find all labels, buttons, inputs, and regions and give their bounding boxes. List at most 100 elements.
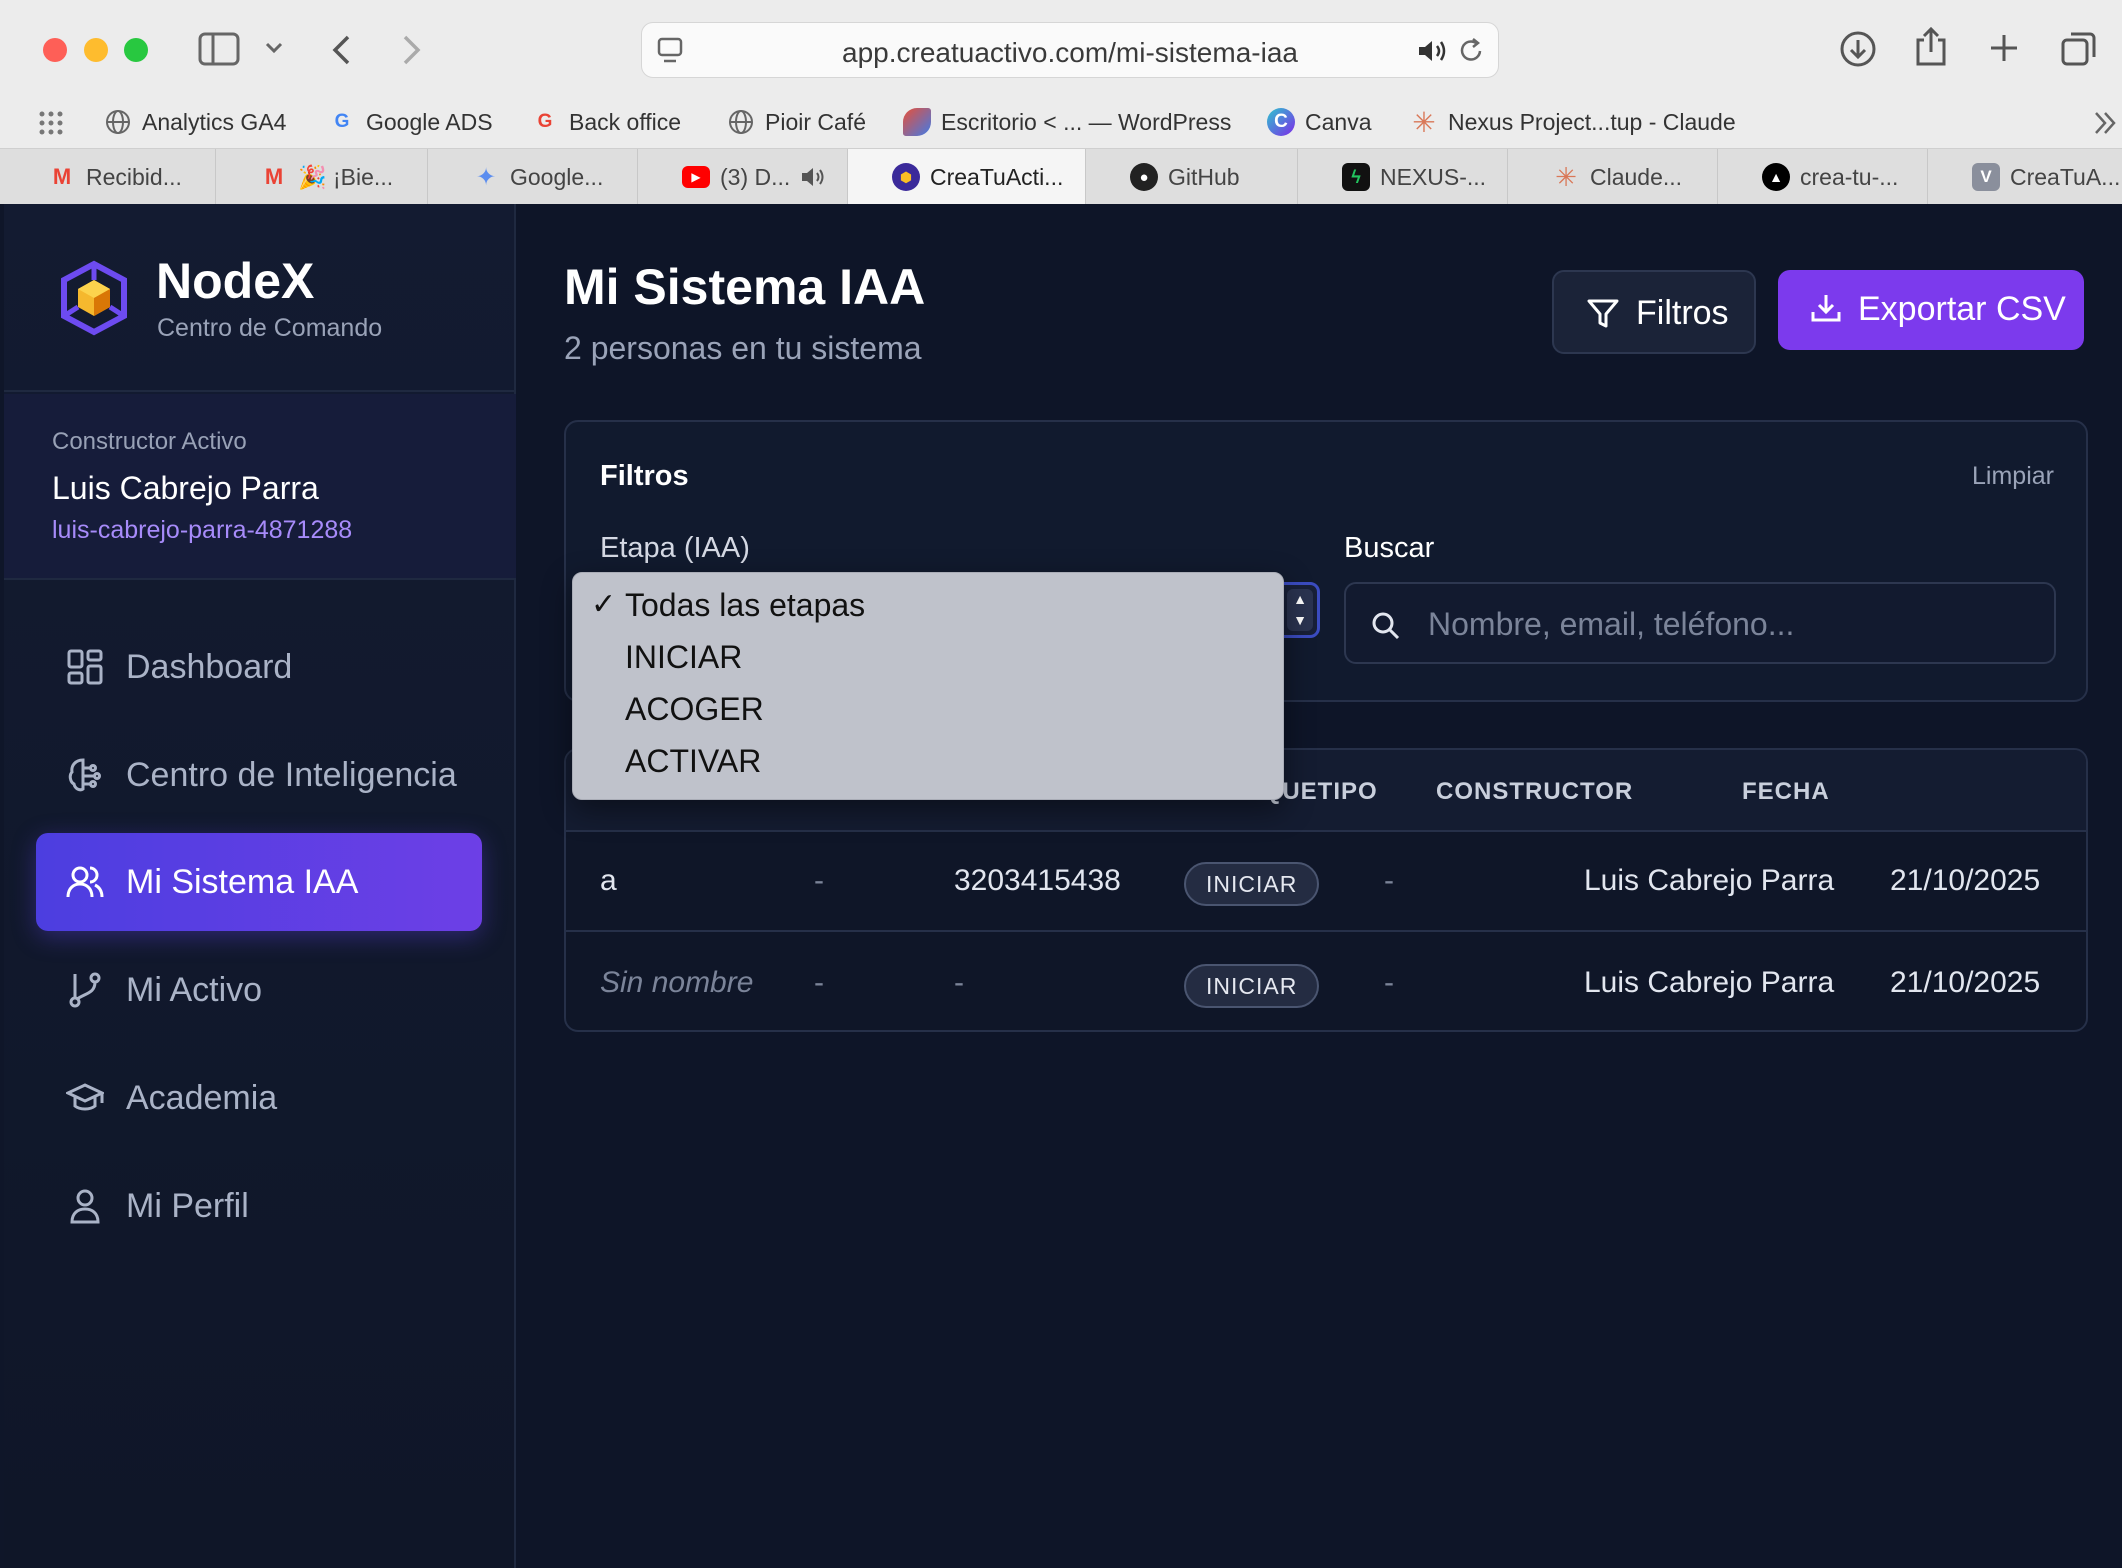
tab-label: (3) D... <box>720 163 791 190</box>
browser-chrome: app.creatuactivo.com/mi-sistema-iaa Anal… <box>0 0 2122 205</box>
back-arrow-icon[interactable] <box>330 34 352 66</box>
cell-email: - <box>814 864 824 897</box>
tab-label: Recibid... <box>86 163 182 190</box>
bookmark-wordpress[interactable]: Escritorio < ... — WordPress <box>903 104 1231 140</box>
export-csv-button[interactable]: Exportar CSV <box>1778 270 2084 350</box>
search-placeholder: Nombre, email, teléfono... <box>1428 606 1795 642</box>
gmail-icon: M <box>264 164 284 189</box>
sidebar-item-intelligence[interactable]: Centro de Inteligencia <box>36 726 482 824</box>
tab-gmail-inbox[interactable]: M Recibid... <box>4 149 216 205</box>
tab-creatuactivo[interactable]: ⬢ CreaTuActi... <box>848 149 1086 205</box>
tab-nexus[interactable]: ϟ NEXUS-... <box>1298 149 1508 205</box>
cell-date: 21/10/2025 <box>1890 864 2041 897</box>
filter-icon <box>1587 299 1619 328</box>
bookmarks-overflow-icon[interactable] <box>2092 108 2118 138</box>
cell-date: 21/10/2025 <box>1890 966 2041 999</box>
cell-name: Sin nombre <box>600 966 754 999</box>
bookmark-back-office[interactable]: G Back office <box>531 104 681 140</box>
stage-badge: INICIAR <box>1184 964 1320 1008</box>
column-header-fecha[interactable]: FECHA <box>1742 778 1830 806</box>
users-icon <box>66 866 104 898</box>
tab-github[interactable]: ● GitHub <box>1086 149 1298 205</box>
tab-label: crea-tu-... <box>1800 163 1899 190</box>
bookmark-label: Escritorio < ... — WordPress <box>941 108 1232 135</box>
close-window-button[interactable] <box>43 38 67 62</box>
v-icon: V <box>1972 163 2000 191</box>
stage-option-all[interactable]: Todas las etapas <box>625 587 865 624</box>
sidebar-item-label: Mi Activo <box>126 971 263 1009</box>
cell-phone: - <box>954 966 964 999</box>
google-icon: G <box>334 111 350 132</box>
page-subtitle: 2 personas en tu sistema <box>564 330 922 366</box>
stage-dropdown-menu: ✓ Todas las etapas INICIAR ACOGER ACTIVA… <box>572 572 1284 800</box>
tab-claude[interactable]: ✳ Claude... <box>1508 149 1718 205</box>
bookmark-label: Nexus Project...tup - Claude <box>1448 108 1736 135</box>
download-icon <box>1811 295 1841 322</box>
sidebar-item-label: Dashboard <box>126 648 293 686</box>
tab-gmail-welcome[interactable]: M 🎉 ¡Bie... <box>216 149 428 205</box>
download-icon[interactable] <box>1839 30 1877 68</box>
table-row[interactable]: a - 3203415438 INICIAR - Luis Cabrejo Pa… <box>566 832 2086 932</box>
cell-name: a <box>600 864 617 897</box>
apps-grid-icon[interactable] <box>38 110 64 136</box>
bookmarks-bar: Analytics GA4 G Google ADS G Back office… <box>0 98 2122 148</box>
nodex-logo-icon <box>61 260 127 336</box>
new-tab-plus-icon[interactable] <box>1988 32 2020 64</box>
cell-email: - <box>814 966 824 999</box>
stage-option-acoger[interactable]: ACOGER <box>625 691 764 728</box>
filters-panel-title: Filtros <box>600 460 689 492</box>
stage-option-iniciar[interactable]: INICIAR <box>625 639 742 676</box>
column-header-constructor[interactable]: CONSTRUCTOR <box>1436 778 1633 806</box>
bookmark-google-ads[interactable]: G Google ADS <box>328 104 493 140</box>
tab-vercel[interactable]: ▲ crea-tu-... <box>1718 149 1928 205</box>
branch-icon <box>69 972 101 1008</box>
sidebar-item-mi-sistema-iaa[interactable]: Mi Sistema IAA <box>36 833 482 931</box>
sidebar-item-mi-activo[interactable]: Mi Activo <box>36 941 482 1039</box>
checkmark-icon: ✓ <box>591 587 617 622</box>
brand-header: NodeX Centro de Comando <box>4 204 516 392</box>
builder-label: Constructor Activo <box>52 428 247 455</box>
google-icon: G <box>537 111 553 132</box>
bookmark-canva[interactable]: C Canva <box>1267 104 1371 140</box>
wordpress-icon <box>903 108 931 136</box>
clear-filters-link[interactable]: Limpiar <box>1972 462 2054 491</box>
tab-overview-icon[interactable] <box>2060 30 2098 68</box>
sidebar-item-academia[interactable]: Academia <box>36 1049 482 1147</box>
nodex-icon: ⬢ <box>892 163 920 191</box>
filters-button[interactable]: Filtros <box>1552 270 1756 354</box>
nexus-icon: ϟ <box>1342 163 1370 191</box>
maximize-window-button[interactable] <box>124 38 148 62</box>
url-text: app.creatuactivo.com/mi-sistema-iaa <box>842 37 1298 68</box>
tab-youtube[interactable]: ▶ (3) D... <box>638 149 848 205</box>
reload-icon[interactable] <box>1456 36 1486 66</box>
table-row[interactable]: Sin nombre - - INICIAR - Luis Cabrejo Pa… <box>566 934 2086 1030</box>
tab-label: 🎉 ¡Bie... <box>298 163 394 190</box>
sidebar-item-mi-perfil[interactable]: Mi Perfil <box>36 1157 482 1255</box>
sidebar-item-dashboard[interactable]: Dashboard <box>36 618 482 716</box>
tab-creatua-v[interactable]: V CreaTuA... <box>1928 149 2122 205</box>
sidebar-item-label: Academia <box>126 1079 278 1117</box>
bookmark-label: Canva <box>1305 108 1372 135</box>
tab-gemini[interactable]: ✦ Google... <box>428 149 638 205</box>
bookmark-analytics[interactable]: Analytics GA4 <box>104 104 286 140</box>
speaker-icon[interactable] <box>800 165 828 189</box>
tab-label: CreaTuActi... <box>930 163 1064 190</box>
graduation-cap-icon <box>66 1083 104 1111</box>
chevron-down-icon[interactable] <box>265 42 283 54</box>
forward-arrow-icon[interactable] <box>401 34 423 66</box>
search-input[interactable]: Nombre, email, teléfono... <box>1344 582 2056 664</box>
address-bar[interactable]: app.creatuactivo.com/mi-sistema-iaa <box>641 22 1499 78</box>
tab-label: Google... <box>510 163 604 190</box>
brand-subtitle: Centro de Comando <box>157 314 383 342</box>
share-icon[interactable] <box>1914 26 1948 68</box>
minimize-window-button[interactable] <box>84 38 108 62</box>
bookmark-pioir-cafe[interactable]: Pioir Café <box>727 104 866 140</box>
speaker-icon[interactable] <box>1416 37 1448 65</box>
stage-option-activar[interactable]: ACTIVAR <box>625 743 761 780</box>
sidebar-toggle-icon[interactable] <box>198 32 240 66</box>
claude-icon: ✳ <box>1555 161 1577 192</box>
browser-toolbar: app.creatuactivo.com/mi-sistema-iaa <box>0 0 2122 98</box>
bookmark-nexus-claude[interactable]: ✳ Nexus Project...tup - Claude <box>1410 104 1736 140</box>
canva-icon: C <box>1267 108 1295 136</box>
bookmark-label: Analytics GA4 <box>142 108 287 135</box>
